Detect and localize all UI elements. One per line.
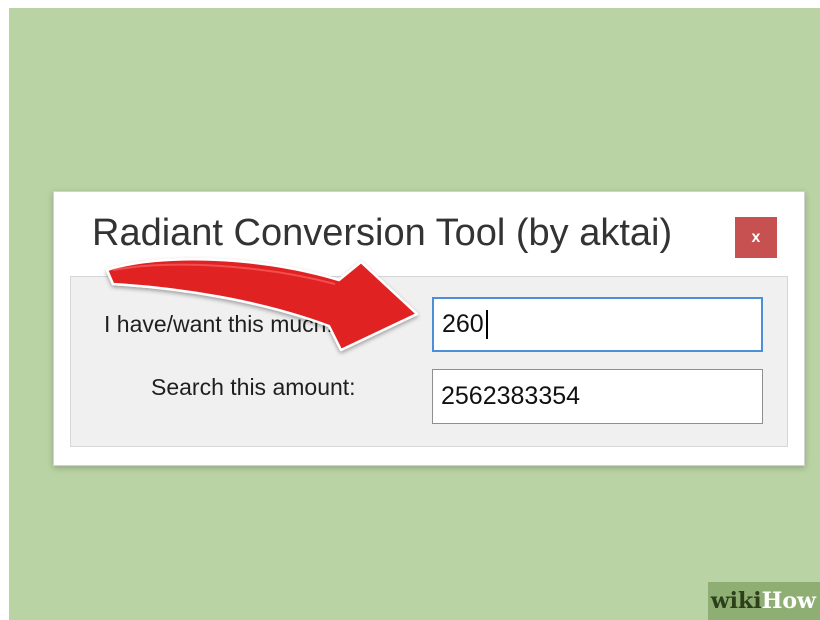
wikihow-watermark: wikiHow bbox=[670, 582, 820, 620]
search-amount-value: 2562383354 bbox=[441, 382, 581, 410]
search-amount-label: Search this amount: bbox=[151, 374, 356, 400]
background-canvas: Radiant Conversion Tool (by aktai) x I h… bbox=[9, 8, 820, 620]
close-icon: x bbox=[751, 228, 761, 246]
wikihow-logo: wikiHow bbox=[710, 588, 816, 614]
text-caret bbox=[485, 310, 488, 339]
dialog-title: Radiant Conversion Tool (by aktai) bbox=[92, 212, 673, 254]
have-amount-label: I have/want this much: bbox=[104, 311, 333, 337]
have-amount-input[interactable]: 260 bbox=[432, 297, 763, 352]
close-button[interactable]: x bbox=[735, 217, 777, 258]
conversion-dialog: Radiant Conversion Tool (by aktai) x I h… bbox=[53, 191, 805, 466]
input-panel: I have/want this much: 260 Search this a… bbox=[70, 276, 788, 447]
have-amount-value: 260 bbox=[442, 310, 484, 338]
search-amount-input[interactable]: 2562383354 bbox=[432, 369, 763, 424]
